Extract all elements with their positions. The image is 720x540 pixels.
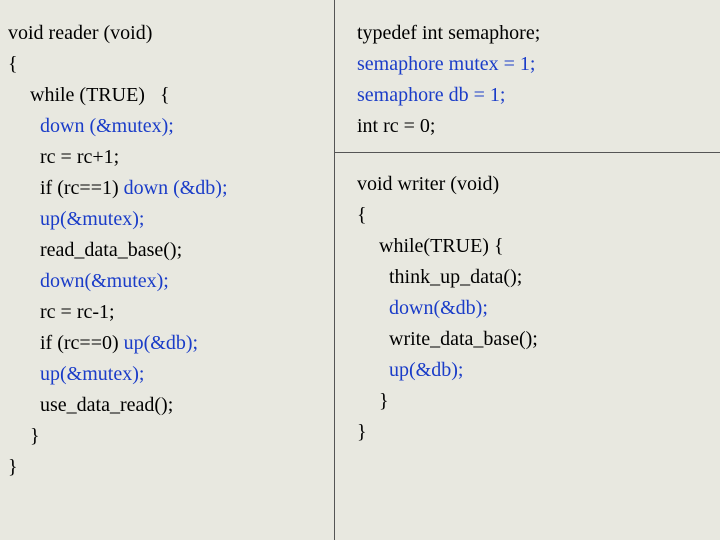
code-line: semaphore db = 1; <box>357 80 712 111</box>
code-line: } <box>8 452 326 483</box>
text: up(&db); <box>124 332 198 354</box>
code-line: read_data_base(); <box>8 235 326 266</box>
writer-pane: void writer (void) { while(TRUE) { think… <box>335 153 720 540</box>
code-line: use_data_read(); <box>8 390 326 421</box>
root: void reader (void) { while (TRUE) { down… <box>0 0 720 540</box>
code-line: } <box>357 386 712 417</box>
text: if (rc==1) <box>40 177 124 199</box>
code-line: think_up_data(); <box>357 262 712 293</box>
code-line: { <box>357 200 712 231</box>
code-line: typedef int semaphore; <box>357 18 712 49</box>
declarations-pane: typedef int semaphore; semaphore mutex =… <box>335 0 720 153</box>
code-line: } <box>357 417 712 448</box>
code-line: while(TRUE) { <box>357 231 712 262</box>
code-line: if (rc==0) up(&db); <box>8 328 326 359</box>
code-line: down (&mutex); <box>8 111 326 142</box>
code-line: down(&mutex); <box>8 266 326 297</box>
code-line: int rc = 0; <box>357 111 712 142</box>
text: if (rc==0) <box>40 332 124 354</box>
code-line: write_data_base(); <box>357 324 712 355</box>
code-line: rc = rc-1; <box>8 297 326 328</box>
code-line: void reader (void) <box>8 18 326 49</box>
code-line: } <box>8 421 326 452</box>
text: down (&db); <box>124 177 228 199</box>
code-line: semaphore mutex = 1; <box>357 49 712 80</box>
code-line: up(&mutex); <box>8 204 326 235</box>
right-column: typedef int semaphore; semaphore mutex =… <box>335 0 720 540</box>
code-line: { <box>8 49 326 80</box>
code-line: up(&mutex); <box>8 359 326 390</box>
text: void reader (void) <box>8 22 152 44</box>
code-line: up(&db); <box>357 355 712 386</box>
code-line: while (TRUE) { <box>8 80 326 111</box>
reader-pane: void reader (void) { while (TRUE) { down… <box>0 0 335 540</box>
code-line: void writer (void) <box>357 169 712 200</box>
code-line: if (rc==1) down (&db); <box>8 173 326 204</box>
code-line: down(&db); <box>357 293 712 324</box>
code-line: rc = rc+1; <box>8 142 326 173</box>
